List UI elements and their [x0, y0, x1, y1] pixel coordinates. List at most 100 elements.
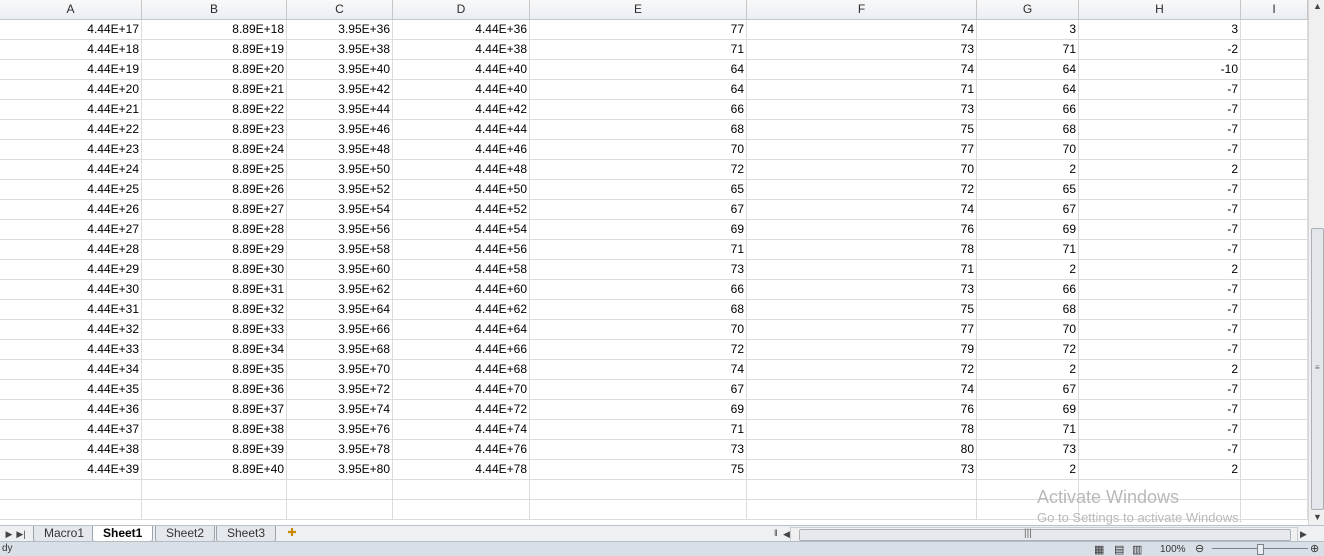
cell-i[interactable]	[1241, 200, 1308, 220]
cell-e[interactable]: 71	[530, 420, 747, 440]
cell-f[interactable]: 74	[747, 380, 977, 400]
cell-b[interactable]: 8.89E+35	[142, 360, 287, 380]
worksheet-grid[interactable]: 4.44E+17 8.89E+18 3.95E+36 4.44E+36 77 74 3 3 4.…	[0, 20, 1308, 525]
cell-b[interactable]: 8.89E+37	[142, 400, 287, 420]
column-header-h[interactable]: H	[1079, 0, 1241, 19]
column-header-d[interactable]: D	[393, 0, 530, 19]
cell-f[interactable]: 75	[747, 300, 977, 320]
cell-e[interactable]: 69	[530, 220, 747, 240]
page-break-icon[interactable]: ▥	[1132, 543, 1142, 556]
cell-i[interactable]	[1241, 400, 1308, 420]
cell-a[interactable]	[0, 500, 142, 520]
cell-i[interactable]	[1241, 460, 1308, 480]
zoom-slider-thumb[interactable]	[1257, 544, 1264, 555]
cell-e[interactable]: 68	[530, 120, 747, 140]
cell-b[interactable]: 8.89E+18	[142, 20, 287, 40]
cell-f[interactable]: 74	[747, 20, 977, 40]
cell-d[interactable]: 4.44E+40	[393, 60, 530, 80]
zoom-level[interactable]: 100%	[1160, 544, 1186, 555]
cell-h[interactable]: 3	[1079, 20, 1241, 40]
cell-b[interactable]: 8.89E+24	[142, 140, 287, 160]
cell-d[interactable]: 4.44E+66	[393, 340, 530, 360]
cell-d[interactable]: 4.44E+46	[393, 140, 530, 160]
cell-d[interactable]: 4.44E+64	[393, 320, 530, 340]
cell-f[interactable]	[747, 500, 977, 520]
cell-i[interactable]	[1241, 260, 1308, 280]
cell-g[interactable]: 70	[977, 140, 1079, 160]
cell-a[interactable]: 4.44E+39	[0, 460, 142, 480]
cell-h[interactable]: -7	[1079, 120, 1241, 140]
cell-b[interactable]	[142, 480, 287, 500]
cell-b[interactable]: 8.89E+19	[142, 40, 287, 60]
cell-a[interactable]: 4.44E+30	[0, 280, 142, 300]
cell-a[interactable]: 4.44E+25	[0, 180, 142, 200]
cell-d[interactable]: 4.44E+72	[393, 400, 530, 420]
cell-d[interactable]: 4.44E+60	[393, 280, 530, 300]
cell-c[interactable]: 3.95E+54	[287, 200, 393, 220]
cell-a[interactable]: 4.44E+29	[0, 260, 142, 280]
cell-h[interactable]: -7	[1079, 200, 1241, 220]
cell-f[interactable]: 71	[747, 80, 977, 100]
cell-h[interactable]: -7	[1079, 240, 1241, 260]
cell-e[interactable]: 71	[530, 40, 747, 60]
cell-d[interactable]: 4.44E+52	[393, 200, 530, 220]
sheet-tab-sheet2[interactable]: Sheet2	[155, 526, 216, 542]
horizontal-scrollbar[interactable]: |||	[790, 527, 1298, 542]
cell-i[interactable]	[1241, 420, 1308, 440]
cell-c[interactable]: 3.95E+60	[287, 260, 393, 280]
vertical-scroll-thumb[interactable]: ≡	[1311, 228, 1324, 510]
cell-g[interactable]: 67	[977, 200, 1079, 220]
cell-a[interactable]: 4.44E+21	[0, 100, 142, 120]
cell-d[interactable]: 4.44E+36	[393, 20, 530, 40]
cell-f[interactable]: 78	[747, 240, 977, 260]
cell-g[interactable]: 69	[977, 400, 1079, 420]
cell-h[interactable]	[1079, 480, 1241, 500]
cell-g[interactable]: 72	[977, 340, 1079, 360]
cell-c[interactable]	[287, 480, 393, 500]
cell-a[interactable]: 4.44E+24	[0, 160, 142, 180]
cell-i[interactable]	[1241, 320, 1308, 340]
cell-g[interactable]: 2	[977, 260, 1079, 280]
split-handle-icon[interactable]: ‖	[774, 528, 778, 538]
cell-d[interactable]: 4.44E+48	[393, 160, 530, 180]
cell-e[interactable]: 71	[530, 240, 747, 260]
vertical-scrollbar[interactable]: ▲ ≡ ▼	[1308, 0, 1324, 525]
cell-d[interactable]: 4.44E+38	[393, 40, 530, 60]
cell-d[interactable]: 4.44E+50	[393, 180, 530, 200]
cell-e[interactable]: 70	[530, 320, 747, 340]
column-header-i[interactable]: I	[1241, 0, 1308, 19]
cell-b[interactable]	[142, 500, 287, 520]
cell-a[interactable]: 4.44E+26	[0, 200, 142, 220]
cell-c[interactable]: 3.95E+74	[287, 400, 393, 420]
cell-e[interactable]: 70	[530, 140, 747, 160]
cell-h[interactable]: -7	[1079, 380, 1241, 400]
cell-b[interactable]: 8.89E+33	[142, 320, 287, 340]
cell-c[interactable]: 3.95E+58	[287, 240, 393, 260]
cell-g[interactable]: 67	[977, 380, 1079, 400]
cell-f[interactable]: 73	[747, 40, 977, 60]
cell-c[interactable]: 3.95E+46	[287, 120, 393, 140]
cell-h[interactable]: -7	[1079, 80, 1241, 100]
cell-b[interactable]: 8.89E+28	[142, 220, 287, 240]
cell-a[interactable]	[0, 480, 142, 500]
cell-e[interactable]: 66	[530, 280, 747, 300]
cell-e[interactable]: 67	[530, 200, 747, 220]
cell-g[interactable]: 2	[977, 160, 1079, 180]
cell-c[interactable]: 3.95E+52	[287, 180, 393, 200]
cell-g[interactable]: 3	[977, 20, 1079, 40]
cell-c[interactable]: 3.95E+70	[287, 360, 393, 380]
cell-i[interactable]	[1241, 360, 1308, 380]
cell-e[interactable]: 66	[530, 100, 747, 120]
cell-d[interactable]: 4.44E+76	[393, 440, 530, 460]
cell-e[interactable]: 72	[530, 160, 747, 180]
cell-d[interactable]: 4.44E+58	[393, 260, 530, 280]
sheet-tab-sheet1[interactable]: Sheet1	[92, 526, 154, 542]
cell-b[interactable]: 8.89E+20	[142, 60, 287, 80]
cell-a[interactable]: 4.44E+22	[0, 120, 142, 140]
scroll-up-icon[interactable]: ▲	[1313, 1, 1322, 11]
cell-f[interactable]: 77	[747, 320, 977, 340]
cell-d[interactable]: 4.44E+56	[393, 240, 530, 260]
cell-g[interactable]: 69	[977, 220, 1079, 240]
cell-e[interactable]	[530, 480, 747, 500]
cell-i[interactable]	[1241, 500, 1308, 520]
